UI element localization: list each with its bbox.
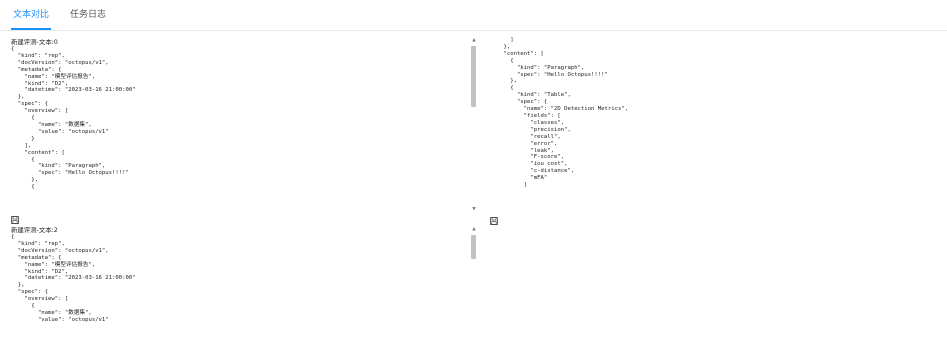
code-line: "c-distance", <box>490 168 575 175</box>
code-line: { <box>11 303 35 310</box>
active-tab-indicator <box>11 28 51 30</box>
scroll-up-arrow-icon[interactable]: ▲ <box>471 227 477 233</box>
code-line: { <box>490 57 514 64</box>
editor-pane-top-right[interactable]: ] }, "content": [ { "kind": "Paragraph",… <box>490 37 940 217</box>
code-line: "name": "数据集", <box>11 309 92 316</box>
code-line: "name": "数据集", <box>11 121 92 128</box>
code-line: ], <box>11 142 32 149</box>
code-line: "metadata": { <box>11 254 62 261</box>
editor-pane-bottom-left[interactable]: 新建评测-文本:2 { "kind": "rep", "docVersion":… <box>11 227 469 344</box>
code-line: "classes", <box>490 119 565 126</box>
code-line: "overview": [ <box>11 108 69 115</box>
code-line: "datetime": "2023-03-16 21:00:00" <box>11 87 136 94</box>
code-line: "kind": "rep", <box>11 52 65 59</box>
code-line: ] <box>490 182 528 189</box>
code-line: "error", <box>490 140 558 147</box>
code-line: }, <box>11 94 25 101</box>
code-line: "kind": "Table", <box>490 92 571 99</box>
code-line: "spec": { <box>11 289 49 296</box>
save-icon[interactable] <box>490 217 498 225</box>
scrollbar-top-left[interactable]: ▲ ▼ <box>470 38 478 214</box>
code-line: "content": [ <box>490 50 544 57</box>
code-line: ] <box>490 37 514 43</box>
code-line: "fields": [ <box>490 112 561 119</box>
code-line: "name": "2D Detection Metrics", <box>490 106 629 113</box>
code-line: "value": "octopus/v1" <box>11 128 109 135</box>
code-line: "name": "模型评估报告", <box>11 261 96 268</box>
code-line: { <box>11 234 15 240</box>
code-line: "name": "模型评估报告", <box>11 73 96 80</box>
code-line: "value": "octopus/v1" <box>11 316 109 323</box>
code-line: "kind": "D2", <box>11 80 69 87</box>
code-line: "F-score", <box>490 154 565 161</box>
json-code-view[interactable]: { "kind": "rep", "docVersion": "octopus/… <box>11 46 469 191</box>
tab-text-compare[interactable]: 文本对比 <box>13 9 49 21</box>
code-line: "content": [ <box>11 149 65 156</box>
pane-title: 新建评测-文本:0 <box>11 39 58 46</box>
editor-pane-top-left[interactable]: 新建评测-文本:0 { "kind": "rep", "docVersion":… <box>11 39 469 215</box>
code-line: "kind": "Paragraph", <box>11 163 106 170</box>
code-line: { <box>11 184 35 191</box>
code-line: } <box>11 135 35 142</box>
tab-task-log[interactable]: 任务日志 <box>70 9 106 21</box>
code-line: { <box>11 115 35 122</box>
code-line: "spec": { <box>490 99 548 106</box>
code-line: "kind": "Paragraph", <box>490 64 585 71</box>
code-line: }, <box>490 43 511 50</box>
code-line: "spec": { <box>11 101 49 108</box>
code-line: "spec": "Hello Octopus!!!!" <box>490 71 608 78</box>
code-line: "kind": "rep", <box>11 240 65 247</box>
code-line: "precision", <box>490 126 571 133</box>
pane-title: 新建评测-文本:2 <box>11 227 58 234</box>
code-line: "iou cost", <box>490 161 568 168</box>
code-line: "overview": [ <box>11 296 69 303</box>
code-line: "kind": "D2", <box>11 268 69 275</box>
code-line: }, <box>11 177 38 184</box>
code-line: "mFA" <box>490 175 548 182</box>
code-line: "spec": "Hello Octopus!!!!" <box>11 170 129 177</box>
code-line: "recall", <box>490 133 561 140</box>
json-code-view[interactable]: { "kind": "rep", "docVersion": "octopus/… <box>11 234 469 324</box>
code-line: { <box>490 85 514 92</box>
scrollbar-bottom-left[interactable]: ▲ <box>470 227 478 344</box>
scroll-thumb[interactable] <box>471 235 476 259</box>
code-line: "datetime": "2023-03-16 21:00:00" <box>11 275 136 282</box>
json-code-view[interactable]: ] }, "content": [ { "kind": "Paragraph",… <box>490 37 940 189</box>
scroll-down-arrow-icon[interactable]: ▼ <box>471 207 477 213</box>
code-line: { <box>11 156 35 163</box>
code-line: { <box>11 46 15 52</box>
code-line: "docVersion": "octopus/v1", <box>11 59 109 66</box>
code-line: "leak", <box>490 147 554 154</box>
code-line: "docVersion": "octopus/v1", <box>11 247 109 254</box>
code-line: }, <box>11 282 25 289</box>
save-icon[interactable] <box>11 216 19 224</box>
tab-bar: 文本对比 任务日志 <box>0 0 947 31</box>
code-line: }, <box>490 78 517 85</box>
scroll-up-arrow-icon[interactable]: ▲ <box>471 38 477 44</box>
code-line: "metadata": { <box>11 66 62 73</box>
scroll-thumb[interactable] <box>471 46 476 107</box>
